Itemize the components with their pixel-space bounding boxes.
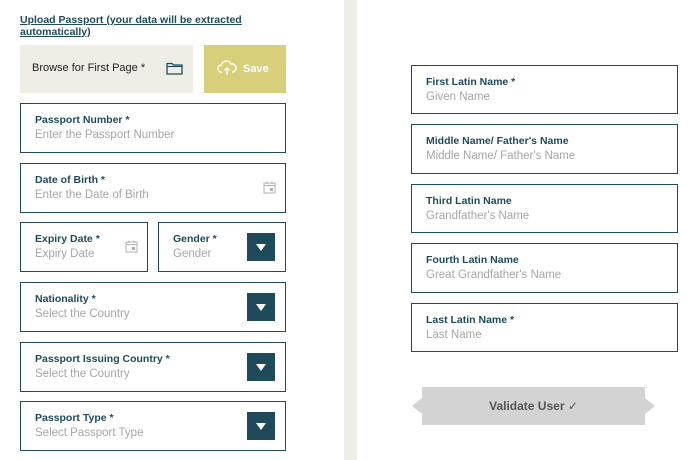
nationality-field[interactable]: Nationality * Select the Country xyxy=(20,282,286,332)
browse-label: Browse for First Page * xyxy=(32,62,146,74)
third-latin-name-input[interactable]: Grandfather's Name xyxy=(426,210,529,222)
middle-name-input[interactable]: Middle Name/ Father's Name xyxy=(426,150,575,162)
dropdown-arrow-icon[interactable] xyxy=(247,412,275,440)
passport-type-select[interactable]: Select Passport Type xyxy=(35,427,143,439)
expiry-date-input[interactable]: Expiry Date xyxy=(35,248,94,260)
browse-first-page-button[interactable]: Browse for First Page * xyxy=(20,45,193,93)
last-latin-name-field[interactable]: Last Latin Name * Last Name xyxy=(411,303,678,352)
passport-type-field[interactable]: Passport Type * Select Passport Type xyxy=(20,401,286,451)
save-button[interactable]: Save xyxy=(204,45,286,93)
nationality-label: Nationality * xyxy=(35,293,96,305)
fourth-latin-name-field[interactable]: Fourth Latin Name Great Grandfather's Na… xyxy=(411,243,678,293)
expiry-date-field[interactable]: Expiry Date * Expiry Date xyxy=(20,222,148,272)
cloud-upload-icon xyxy=(217,60,237,75)
column-divider xyxy=(344,0,357,460)
validate-user-label: Validate User ✓ xyxy=(489,399,578,413)
calendar-icon[interactable] xyxy=(125,240,138,253)
dropdown-arrow-icon[interactable] xyxy=(247,293,275,321)
first-latin-name-input[interactable]: Given Name xyxy=(426,91,490,103)
save-label: Save xyxy=(243,63,269,75)
date-of-birth-label: Date of Birth * xyxy=(35,174,106,186)
calendar-icon[interactable] xyxy=(263,181,276,194)
issuing-country-select[interactable]: Select the Country xyxy=(35,368,130,380)
dropdown-arrow-icon[interactable] xyxy=(247,233,275,261)
middle-name-label: Middle Name/ Father's Name xyxy=(426,135,569,147)
issuing-country-field[interactable]: Passport Issuing Country * Select the Co… xyxy=(20,342,286,392)
gender-field[interactable]: Gender * Gender xyxy=(158,222,286,272)
folder-icon xyxy=(166,62,183,75)
nationality-select[interactable]: Select the Country xyxy=(35,308,130,320)
passport-number-label: Passport Number * xyxy=(35,114,130,126)
upload-passport-link[interactable]: Upload Passport (your data will be extra… xyxy=(20,14,290,38)
passport-type-label: Passport Type * xyxy=(35,412,114,424)
issuing-country-label: Passport Issuing Country * xyxy=(35,353,170,365)
date-of-birth-field[interactable]: Date of Birth * Enter the Date of Birth xyxy=(20,163,286,213)
first-latin-name-label: First Latin Name * xyxy=(426,76,516,88)
date-of-birth-input[interactable]: Enter the Date of Birth xyxy=(35,189,149,201)
middle-name-field[interactable]: Middle Name/ Father's Name Middle Name/ … xyxy=(411,124,678,174)
expiry-date-label: Expiry Date * xyxy=(35,233,100,245)
third-latin-name-field[interactable]: Third Latin Name Grandfather's Name xyxy=(411,184,678,233)
gender-label: Gender * xyxy=(173,233,217,245)
fourth-latin-name-label: Fourth Latin Name xyxy=(426,254,519,266)
last-latin-name-label: Last Latin Name * xyxy=(426,314,515,326)
third-latin-name-label: Third Latin Name xyxy=(426,195,512,207)
passport-number-input[interactable]: Enter the Passport Number xyxy=(35,129,174,141)
fourth-latin-name-input[interactable]: Great Grandfather's Name xyxy=(426,269,561,281)
last-latin-name-input[interactable]: Last Name xyxy=(426,329,482,341)
first-latin-name-field[interactable]: First Latin Name * Given Name xyxy=(411,65,678,114)
dropdown-arrow-icon[interactable] xyxy=(247,353,275,381)
passport-number-field[interactable]: Passport Number * Enter the Passport Num… xyxy=(20,103,286,153)
validate-user-button[interactable]: Validate User ✓ xyxy=(412,387,655,425)
gender-select[interactable]: Gender xyxy=(173,248,211,260)
